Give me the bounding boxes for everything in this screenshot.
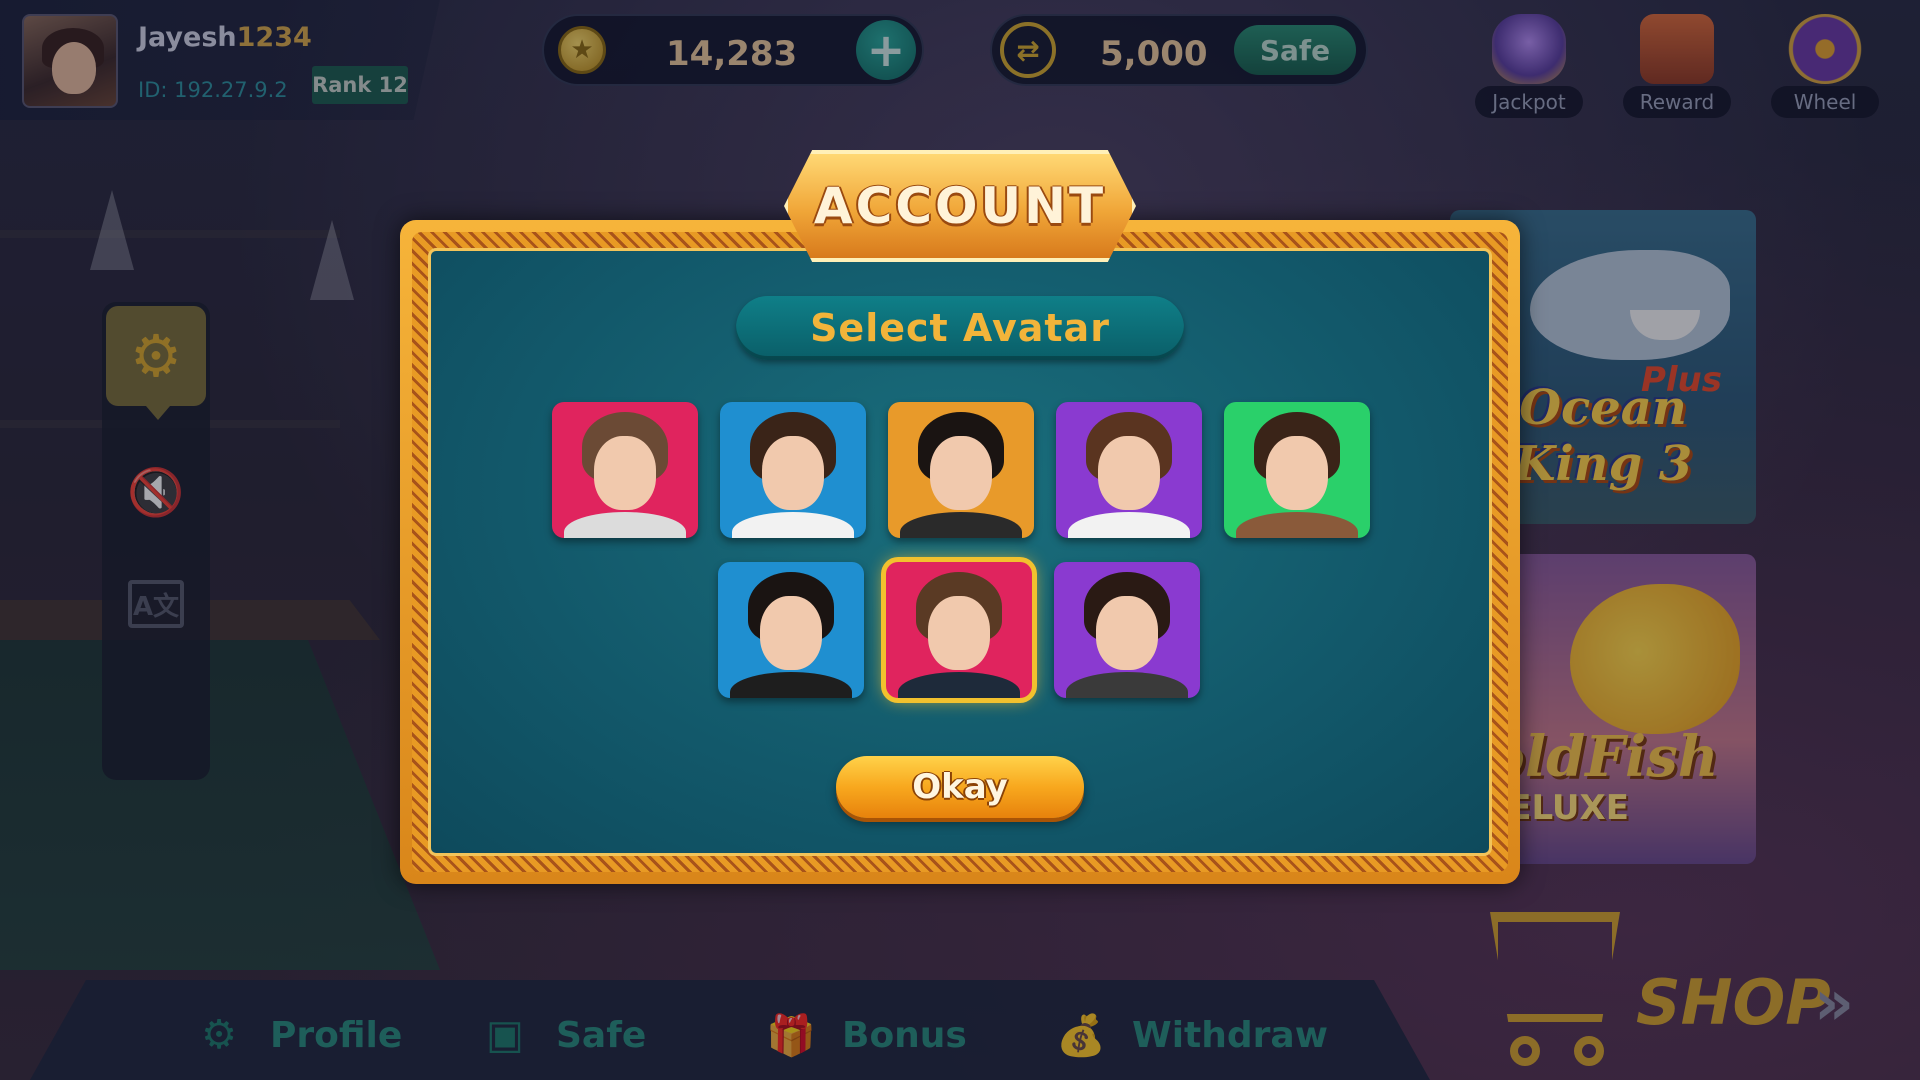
avatar-body [732,512,854,538]
modal-title: ACCOUNT [813,177,1107,235]
avatar-face [928,596,990,670]
avatar-option[interactable] [1056,402,1202,538]
avatar-body [898,672,1020,698]
avatar-face [1096,596,1158,670]
avatar-option[interactable] [1224,402,1370,538]
avatar-face [1266,436,1328,510]
avatar-body [564,512,686,538]
select-avatar-header: Select Avatar [736,296,1184,360]
avatar-face [762,436,824,510]
avatar-body [1066,672,1188,698]
avatar-face [930,436,992,510]
avatar-option[interactable] [720,402,866,538]
avatar-face [760,596,822,670]
avatar-option[interactable] [888,402,1034,538]
avatar-option[interactable] [886,562,1032,698]
avatar-body [1068,512,1190,538]
avatar-option[interactable] [552,402,698,538]
avatar-face [594,436,656,510]
avatar-body [1236,512,1358,538]
avatar-face [1098,436,1160,510]
okay-button[interactable]: Okay [836,756,1084,818]
avatar-body [900,512,1022,538]
modal-title-plate: ACCOUNT [784,150,1136,262]
avatar-option[interactable] [718,562,864,698]
select-avatar-label: Select Avatar [810,306,1110,350]
avatar-option[interactable] [1054,562,1200,698]
avatar-body [730,672,852,698]
